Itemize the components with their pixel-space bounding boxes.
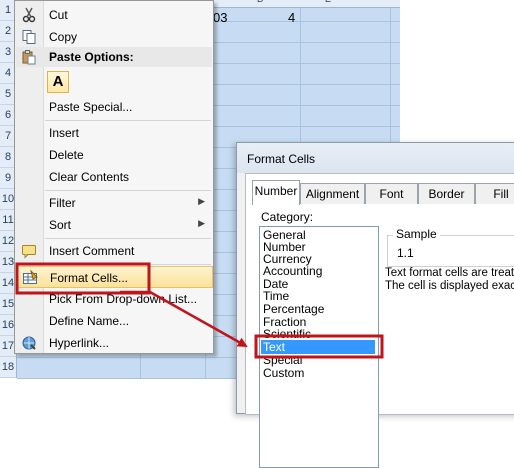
- menu-separator: [45, 238, 211, 239]
- tab-font[interactable]: Font: [365, 183, 418, 204]
- menu-separator: [45, 120, 211, 121]
- tab-fill[interactable]: Fill: [475, 183, 514, 204]
- sample-value: 1.1: [397, 246, 414, 260]
- menu-item-cut[interactable]: Cut: [15, 4, 213, 26]
- category-item[interactable]: Accounting: [263, 264, 322, 278]
- menu-item-label: Insert Comment: [49, 244, 135, 258]
- menu-item-clear-contents[interactable]: Clear Contents: [15, 166, 213, 188]
- category-item-selected[interactable]: Text: [261, 340, 375, 354]
- menu-item-label: Format Cells...: [50, 271, 129, 285]
- menu-item-label: Pick From Drop-down List...: [49, 292, 198, 306]
- category-item[interactable]: Percentage: [263, 302, 324, 316]
- menu-item-label: Copy: [49, 30, 78, 44]
- menu-item-label: Filter: [49, 196, 76, 210]
- menu-item-insert[interactable]: Insert: [15, 122, 213, 144]
- menu-separator: [45, 264, 211, 265]
- description-line: The cell is displayed exactly: [385, 280, 514, 292]
- category-list[interactable]: General Number Currency Accounting Date …: [259, 226, 379, 468]
- comment-icon: [21, 243, 37, 259]
- format-cells-icon: [22, 269, 38, 286]
- paste-options-label: Paste Options:: [49, 50, 134, 64]
- paste-options-header: Paste Options:: [16, 47, 212, 67]
- hyperlink-icon: [21, 335, 37, 351]
- submenu-arrow-icon: ▶: [198, 196, 205, 206]
- cell-value[interactable]: 03: [213, 10, 227, 25]
- category-item[interactable]: Time: [263, 289, 289, 303]
- menu-item-delete[interactable]: Delete: [15, 144, 213, 166]
- menu-item-copy[interactable]: Copy: [15, 26, 213, 48]
- dialog-titlebar[interactable]: Format Cells: [237, 143, 514, 173]
- menu-item-label: Paste Special...: [49, 100, 133, 114]
- menu-item-pick-from-dropdown[interactable]: Pick From Drop-down List...: [15, 288, 213, 310]
- row-header[interactable]: 18: [0, 357, 16, 378]
- menu-item-paste-special[interactable]: Paste Special...: [15, 96, 213, 118]
- column-header-bar[interactable]: D E: [205, 0, 400, 8]
- scissors-icon: [21, 7, 37, 23]
- column-header-d[interactable]: D: [257, 0, 264, 4]
- tab-alignment[interactable]: Alignment: [300, 183, 365, 204]
- menu-item-sort[interactable]: Sort ▶: [15, 214, 213, 236]
- menu-item-label: Cut: [49, 8, 68, 22]
- context-menu: Cut Copy Paste Options: A Paste Special.…: [14, 0, 214, 354]
- tab-number[interactable]: Number: [252, 180, 300, 205]
- dialog-title: Format Cells: [247, 152, 316, 166]
- sample-label: Sample: [393, 227, 440, 241]
- menu-item-label: Hyperlink...: [49, 336, 110, 350]
- column-header-e[interactable]: E: [325, 0, 331, 4]
- menu-item-label: Define Name...: [49, 314, 130, 328]
- menu-item-format-cells[interactable]: Format Cells...: [16, 266, 213, 288]
- paste-icon: [21, 49, 37, 68]
- menu-item-label: Insert: [49, 126, 80, 140]
- copy-icon: [21, 29, 37, 45]
- paste-values-button[interactable]: A: [47, 71, 69, 93]
- menu-item-insert-comment[interactable]: Insert Comment: [15, 240, 213, 262]
- submenu-arrow-icon: ▶: [198, 218, 205, 228]
- menu-item-label: Delete: [49, 148, 84, 162]
- menu-item-filter[interactable]: Filter ▶: [15, 192, 213, 214]
- category-item[interactable]: Scientific: [263, 327, 311, 341]
- menu-item-define-name[interactable]: Define Name...: [15, 310, 213, 332]
- format-cells-dialog: Format Cells Number Alignment Font Borde…: [236, 142, 514, 468]
- cell-value[interactable]: 4: [288, 10, 295, 25]
- menu-item-label: Clear Contents: [49, 170, 130, 184]
- tab-border[interactable]: Border: [418, 183, 475, 204]
- category-label: Category:: [261, 210, 314, 224]
- description-line: Text format cells are treate: [385, 267, 514, 279]
- category-item[interactable]: Custom: [263, 366, 304, 380]
- category-item[interactable]: Special: [263, 353, 302, 367]
- menu-item-label: Sort: [49, 218, 72, 232]
- menu-separator: [45, 190, 211, 191]
- menu-item-hyperlink[interactable]: Hyperlink...: [15, 332, 213, 354]
